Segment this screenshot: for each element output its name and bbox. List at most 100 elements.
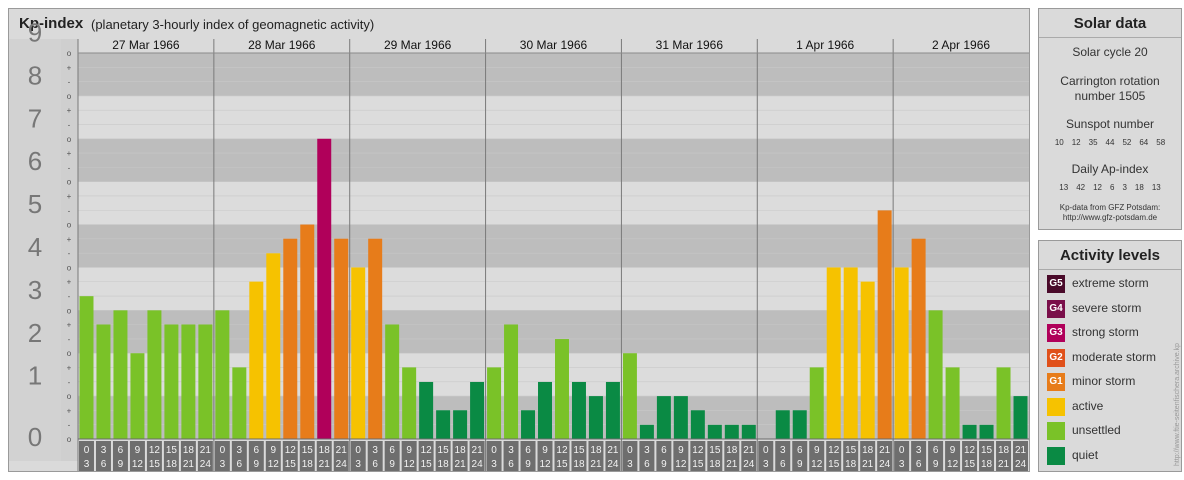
kp-bar	[894, 267, 909, 439]
slot-start-label: 12	[149, 445, 161, 456]
y-tick-label: 2	[28, 318, 42, 348]
day-label: 29 Mar 1966	[384, 38, 452, 52]
minor-mark: +	[67, 406, 72, 415]
kp-chart-panel: Kp-index (planetary 3-hourly index of ge…	[8, 8, 1030, 472]
slot-end-label: 21	[319, 459, 331, 470]
minor-mark: o	[67, 306, 72, 315]
slot-start-label: 21	[743, 445, 755, 456]
kp-bar	[283, 238, 298, 439]
slot-start-label: 9	[542, 445, 548, 456]
minor-mark: o	[67, 49, 72, 58]
y-tick-label: 9	[28, 18, 42, 48]
level-label: moderate storm	[1072, 349, 1157, 364]
slot-start-label: 9	[271, 445, 277, 456]
solar-data-heading: Solar data	[1039, 9, 1181, 38]
slot-end-label: 6	[916, 459, 922, 470]
kp-bar	[979, 424, 994, 439]
slot-end-label: 6	[372, 459, 378, 470]
y-tick-label: 7	[28, 103, 42, 133]
minor-mark: -	[68, 292, 71, 301]
slot-end-label: 18	[845, 459, 857, 470]
level-label: severe storm	[1072, 300, 1142, 315]
kp-bar	[487, 367, 502, 439]
level-swatch: G2	[1047, 348, 1065, 367]
slot-start-label: 3	[101, 445, 107, 456]
activity-level-item: G4 severe storm	[1047, 299, 1177, 320]
kp-bar	[996, 367, 1011, 439]
slot-end-label: 18	[166, 459, 178, 470]
slot-start-label: 18	[726, 445, 738, 456]
kp-bar	[130, 353, 145, 439]
slot-start-label: 21	[879, 445, 891, 456]
slot-start-label: 6	[933, 445, 939, 456]
kp-bar	[368, 238, 383, 439]
activity-level-item: active	[1047, 397, 1177, 418]
minor-mark: +	[67, 106, 72, 115]
minor-mark: o	[67, 392, 72, 401]
slot-start-label: 21	[200, 445, 212, 456]
level-swatch	[1047, 422, 1065, 440]
minor-mark: o	[67, 263, 72, 272]
slot-end-label: 6	[780, 459, 786, 470]
kp-bar-chart: 0123456789o-+o-+o-+o-+o-+o-+o-+o-+o-+o27…	[9, 18, 1029, 471]
kp-bar	[181, 324, 196, 439]
slot-end-label: 21	[455, 459, 467, 470]
slot-start-label: 9	[406, 445, 412, 456]
activity-levels-panel: Activity levels G5 extreme storm G4 severe …	[1038, 240, 1182, 472]
slot-start-label: 21	[336, 445, 348, 456]
slot-start-label: 12	[828, 445, 840, 456]
slot-start-label: 12	[964, 445, 976, 456]
slot-start-label: 6	[661, 445, 667, 456]
minor-mark: -	[68, 163, 71, 172]
minor-mark: +	[67, 149, 72, 158]
level-swatch: G3	[1047, 324, 1065, 342]
slot-end-label: 3	[491, 459, 497, 470]
slot-end-label: 6	[237, 459, 243, 470]
minor-mark: -	[68, 378, 71, 387]
level-label: strong storm	[1072, 325, 1139, 339]
slot-start-label: 12	[556, 445, 568, 456]
slot-start-label: 15	[302, 445, 314, 456]
y-tick-label: 4	[28, 232, 42, 262]
kp-bar	[249, 281, 264, 439]
kp-bar	[775, 410, 790, 439]
level-swatch	[1047, 397, 1065, 416]
level-swatch: G4	[1047, 299, 1065, 318]
kp-bar	[622, 353, 637, 439]
slot-end-label: 9	[254, 459, 260, 470]
kp-bar	[809, 367, 824, 439]
minor-mark: +	[67, 192, 72, 201]
source-line1: Kp-data from GFZ Potsdam:	[1059, 203, 1161, 212]
minor-mark: o	[67, 92, 72, 101]
day-label: 27 Mar 1966	[112, 38, 180, 52]
minor-mark: -	[68, 421, 71, 430]
minor-mark: +	[67, 321, 72, 330]
minor-mark: o	[67, 221, 72, 230]
minor-mark: o	[67, 178, 72, 187]
slot-start-label: 12	[692, 445, 704, 456]
sunspot-value: 58	[1156, 138, 1166, 147]
slot-start-label: 21	[1015, 445, 1027, 456]
slot-start-label: 3	[916, 445, 922, 456]
slot-start-label: 21	[607, 445, 619, 456]
sunspot-value: 12	[1071, 138, 1081, 147]
minor-mark: +	[67, 364, 72, 373]
kp-bar	[588, 396, 603, 439]
slot-end-label: 12	[811, 459, 823, 470]
slot-start-label: 6	[254, 445, 260, 456]
slot-end-label: 15	[285, 459, 297, 470]
ap-value: 3	[1122, 183, 1127, 192]
slot-start-label: 6	[797, 445, 803, 456]
slot-start-label: 6	[389, 445, 395, 456]
slot-end-label: 21	[862, 459, 874, 470]
kp-bar	[928, 310, 943, 439]
kp-bar	[215, 310, 230, 439]
slot-start-label: 0	[220, 445, 226, 456]
slot-end-label: 12	[132, 459, 144, 470]
kp-bar	[792, 410, 807, 439]
slot-end-label: 9	[933, 459, 939, 470]
kp-bar	[96, 324, 111, 439]
kp-bar	[453, 410, 468, 439]
minor-mark: -	[68, 206, 71, 215]
slot-end-label: 18	[981, 459, 993, 470]
